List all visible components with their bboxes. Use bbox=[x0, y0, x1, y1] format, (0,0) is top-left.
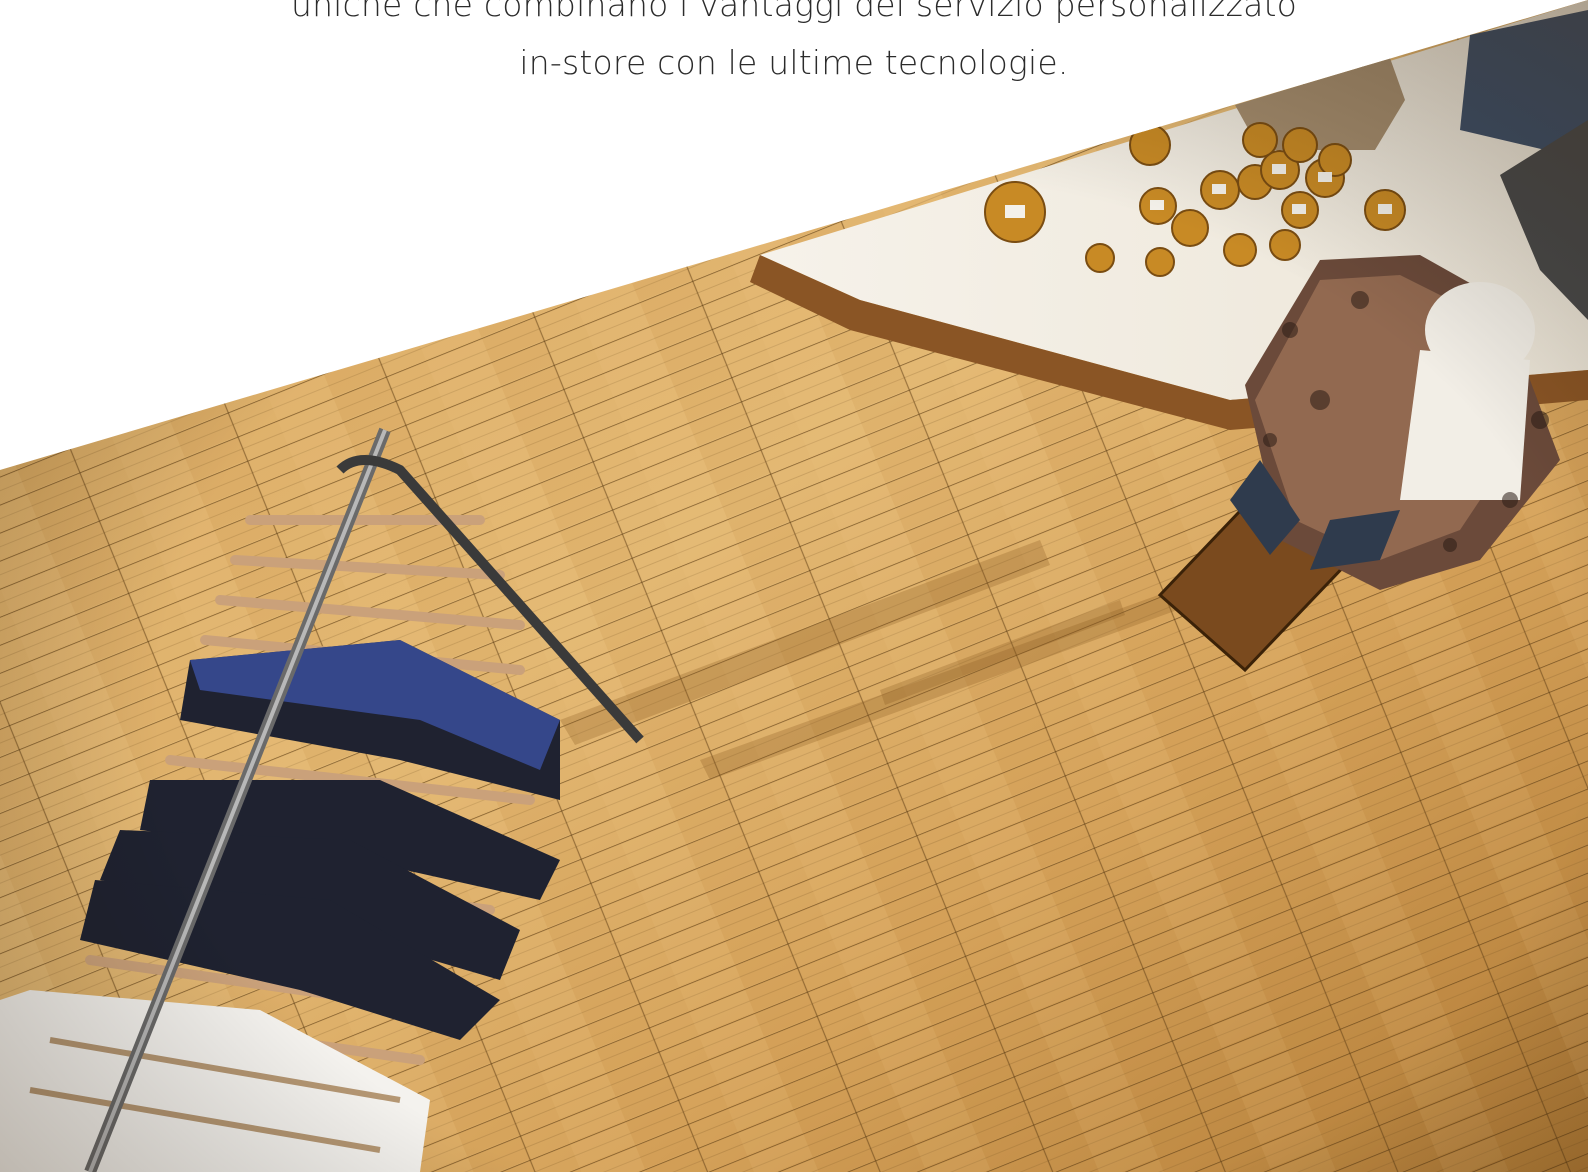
store-photo bbox=[0, 0, 1588, 1172]
page: uniche che combinano i vantaggi del serv… bbox=[0, 0, 1588, 1172]
intro-line-1: uniche che combinano i vantaggi del serv… bbox=[290, 0, 1298, 24]
